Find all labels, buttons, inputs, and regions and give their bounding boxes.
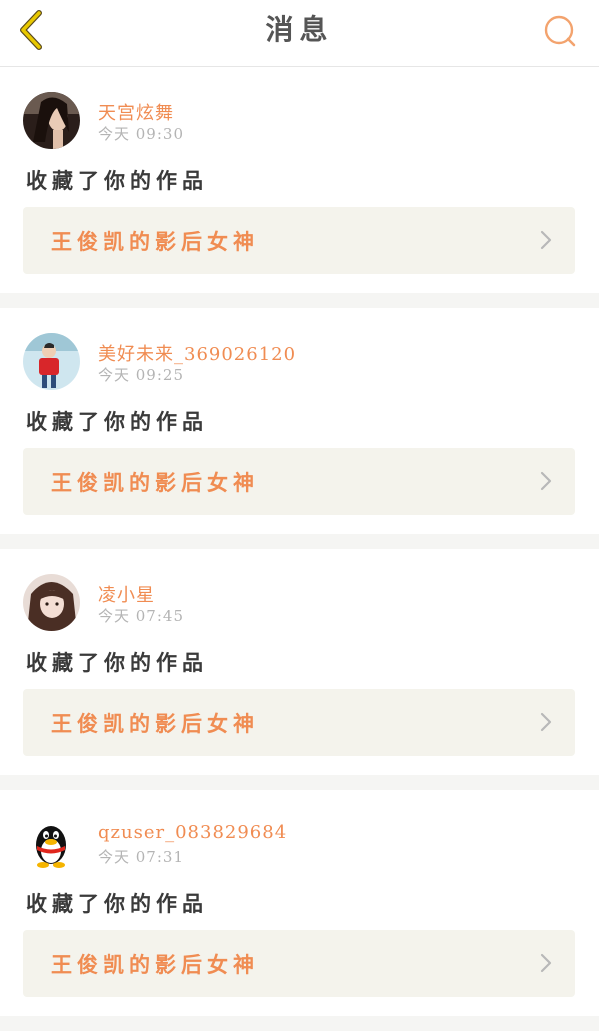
chevron-right-icon xyxy=(540,471,552,491)
username[interactable]: 美好未来_369026120 xyxy=(98,340,296,366)
chevron-right-icon xyxy=(540,953,552,973)
search-button[interactable] xyxy=(541,12,579,50)
username[interactable]: qzuser_083829684 xyxy=(98,822,287,843)
work-link[interactable]: 王俊凯的影后女神 xyxy=(23,448,575,515)
top-bar: 消息 xyxy=(0,0,599,67)
work-title: 王俊凯的影后女神 xyxy=(51,953,259,977)
action-text: 收藏了你的作品 xyxy=(26,169,208,193)
work-title: 王俊凯的影后女神 xyxy=(51,230,259,254)
page-title: 消息 xyxy=(265,13,334,46)
action-text: 收藏了你的作品 xyxy=(26,892,208,916)
timestamp: 今天 09:25 xyxy=(98,366,184,384)
work-title: 王俊凯的影后女神 xyxy=(51,471,259,495)
chevron-right-icon xyxy=(540,712,552,732)
avatar[interactable] xyxy=(23,574,80,631)
username[interactable]: 天宫炫舞 xyxy=(98,99,174,125)
work-link[interactable]: 王俊凯的影后女神 xyxy=(23,689,575,756)
avatar[interactable] xyxy=(23,815,80,872)
avatar[interactable] xyxy=(23,92,80,149)
avatar[interactable] xyxy=(23,333,80,390)
work-title: 王俊凯的影后女神 xyxy=(51,712,259,736)
chevron-right-icon xyxy=(540,230,552,250)
search-icon xyxy=(544,15,576,47)
notification-card: 美好未来_369026120 今天 09:25 收藏了你的作品 王俊凯的影后女神 xyxy=(0,308,599,534)
work-link[interactable]: 王俊凯的影后女神 xyxy=(23,930,575,997)
username[interactable]: 凌小星 xyxy=(98,581,155,607)
notification-list: 天宫炫舞 今天 09:30 收藏了你的作品 王俊凯的影后女神 美好未来_3690… xyxy=(0,67,599,1031)
notification-card: qzuser_083829684 今天 07:31 收藏了你的作品 王俊凯的影后… xyxy=(0,790,599,1016)
timestamp: 今天 07:45 xyxy=(98,607,184,625)
timestamp: 今天 09:30 xyxy=(98,125,184,143)
action-text: 收藏了你的作品 xyxy=(26,651,208,675)
notification-card: 凌小星 今天 07:45 收藏了你的作品 王俊凯的影后女神 xyxy=(0,549,599,775)
action-text: 收藏了你的作品 xyxy=(26,410,208,434)
notification-card: 天宫炫舞 今天 09:30 收藏了你的作品 王俊凯的影后女神 xyxy=(0,67,599,293)
work-link[interactable]: 王俊凯的影后女神 xyxy=(23,207,575,274)
timestamp: 今天 07:31 xyxy=(98,848,184,866)
